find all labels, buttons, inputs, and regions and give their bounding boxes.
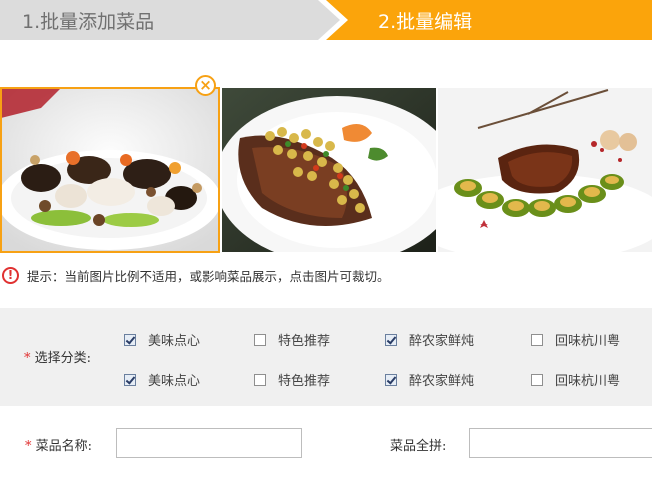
checkbox[interactable] xyxy=(385,373,397,386)
dish-name-label: * 菜品名称: xyxy=(25,435,92,454)
step-progress-bar: 1.批量添加菜品 2.批量编辑 xyxy=(0,0,652,40)
remove-photo-close-icon[interactable]: × xyxy=(195,75,216,96)
dish-pinyin-input[interactable] xyxy=(469,428,652,458)
category-panel: * 选择分类: 美味点心 特色推荐 醉农家鲜炖 回味杭川粤 美味点心 特色推荐 xyxy=(0,308,652,406)
checkbox[interactable] xyxy=(124,373,136,386)
dish-photo-strip xyxy=(0,87,652,253)
checkbox-label: 回味杭川粤 xyxy=(555,334,621,349)
checkbox[interactable] xyxy=(124,333,136,346)
required-mark: * xyxy=(25,439,32,454)
dish-pinyin-label: 菜品全拼: xyxy=(390,439,447,454)
dish-photo-3[interactable] xyxy=(438,88,652,252)
dish-photo-1[interactable] xyxy=(0,87,220,253)
dish-image-platter xyxy=(438,88,652,252)
step-1-tab[interactable]: 1.批量添加菜品 xyxy=(0,0,340,40)
category-label-text: 选择分类: xyxy=(34,351,92,366)
crop-tip: ! 提示：当前图片比例不适用，或影响菜品展示，点击图片可裁切。 xyxy=(2,264,390,286)
checkbox-label: 回味杭川粤 xyxy=(555,374,621,389)
checkbox[interactable] xyxy=(531,373,543,386)
dish-image-stirfry xyxy=(1,88,219,252)
category-checkbox-meiwei-dianxin[interactable]: 美味点心 xyxy=(124,370,200,389)
category-checkbox-nongjia-xiandun[interactable]: 醉农家鲜炖 xyxy=(385,330,474,349)
checkbox-label: 美味点心 xyxy=(148,374,201,389)
checkbox-label: 醉农家鲜炖 xyxy=(409,334,475,349)
checkbox[interactable] xyxy=(254,373,266,386)
checkbox[interactable] xyxy=(254,333,266,346)
category-checkbox-tese-tuijian[interactable]: 特色推荐 xyxy=(254,370,330,389)
category-checkbox-huiwei-hangchuanyue[interactable]: 回味杭川粤 xyxy=(531,330,620,349)
category-checkbox-nongjia-xiandun[interactable]: 醉农家鲜炖 xyxy=(385,370,474,389)
category-row-2: 美味点心 特色推荐 醉农家鲜炖 回味杭川粤 xyxy=(0,370,652,390)
checkbox-label: 醉农家鲜炖 xyxy=(409,374,475,389)
tip-text: 提示：当前图片比例不适用，或影响菜品展示，点击图片可裁切。 xyxy=(27,268,390,284)
category-checkbox-tese-tuijian[interactable]: 特色推荐 xyxy=(254,330,330,349)
checkbox[interactable] xyxy=(531,333,543,346)
dish-photo-2[interactable] xyxy=(222,88,436,252)
dish-name-input[interactable] xyxy=(116,428,302,458)
checkbox[interactable] xyxy=(385,333,397,346)
checkbox-label: 美味点心 xyxy=(148,334,201,349)
category-checkbox-meiwei-dianxin[interactable]: 美味点心 xyxy=(124,330,200,349)
checkbox-label: 特色推荐 xyxy=(278,334,331,349)
required-mark: * xyxy=(24,351,31,366)
step-2-label: 2.批量编辑 xyxy=(378,11,473,33)
warning-icon: ! xyxy=(2,266,19,284)
dish-image-braised xyxy=(222,88,436,252)
category-checkbox-huiwei-hangchuanyue[interactable]: 回味杭川粤 xyxy=(531,370,620,389)
checkbox-label: 特色推荐 xyxy=(278,374,331,389)
step-2-tab[interactable]: 2.批量编辑 xyxy=(326,0,652,40)
category-row-1: 美味点心 特色推荐 醉农家鲜炖 回味杭川粤 xyxy=(0,330,652,350)
dish-name-label-text: 菜品名称: xyxy=(35,439,93,454)
step-1-label: 1.批量添加菜品 xyxy=(22,11,155,33)
dish-name-row: * 菜品名称: 菜品全拼: xyxy=(0,416,652,472)
